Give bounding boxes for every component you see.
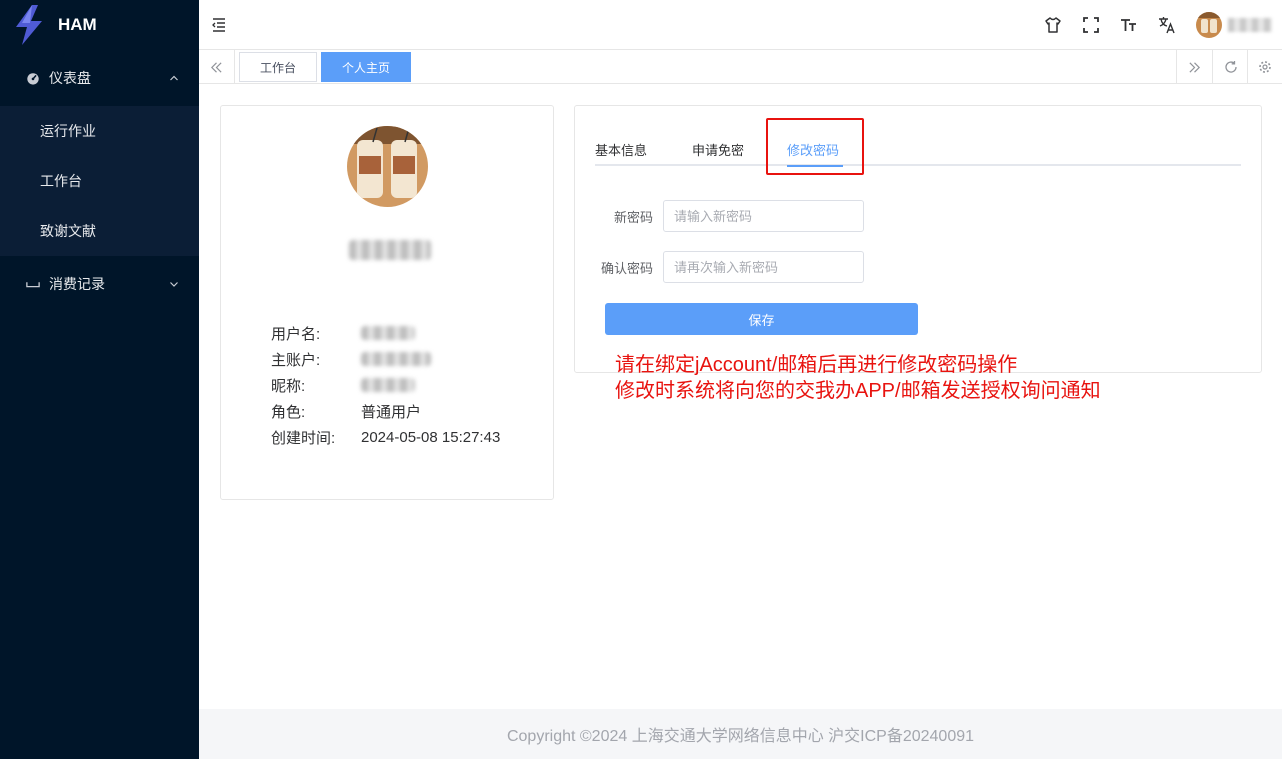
app-name: HAM [58, 15, 97, 34]
settings-card: 基本信息 申请免密 修改密码 新密码 确认密码 保存 [574, 105, 1262, 373]
scroll-right-button[interactable] [1176, 50, 1212, 84]
info-key: 创建时间: [271, 429, 336, 447]
user-avatar[interactable] [1196, 12, 1222, 38]
confirm-password-input[interactable] [663, 251, 864, 283]
new-password-input[interactable] [663, 200, 864, 232]
header [199, 0, 1282, 50]
tab-settings-button[interactable] [1247, 50, 1282, 84]
sidebar: HAM 仪表盘 运行作业 工作台 致谢文献 消费记录 [0, 0, 199, 759]
theme-icon[interactable] [1034, 0, 1072, 50]
username-redacted[interactable] [1228, 18, 1272, 32]
menu-group-label: 消费记录 [49, 276, 105, 292]
main-content: 用户名: 主账户: 昵称: 角色: 普通用户 创建时间: 2024-05-08 … [199, 84, 1282, 709]
info-value-redacted [361, 352, 431, 366]
chevron-up-icon [170, 75, 178, 81]
refresh-icon [1224, 61, 1237, 73]
menu-group-label: 仪表盘 [49, 70, 91, 86]
header-toolbar [1034, 0, 1282, 50]
font-size-icon[interactable] [1110, 0, 1148, 50]
info-row-main-account: 主账户: [271, 346, 500, 372]
sidebar-item-acknowledgements[interactable]: 致谢文献 [0, 206, 199, 256]
annotation-line-1: 请在绑定jAccount/邮箱后再进行修改密码操作 [615, 354, 1018, 376]
sidebar-item-workbench[interactable]: 工作台 [0, 156, 199, 206]
copyright-text: Copyright ©2024 上海交通大学网络信息中心 沪交ICP备20240… [506, 728, 975, 745]
info-key: 昵称: [271, 377, 306, 395]
logo[interactable]: HAM [0, 0, 199, 50]
tab-apply-passwordless[interactable]: 申请免密 [692, 140, 744, 159]
info-key: 主账户: [271, 351, 321, 369]
footer: Copyright ©2024 上海交通大学网络信息中心 沪交ICP备20240… [199, 709, 1282, 759]
settings-tabs: 基本信息 申请免密 修改密码 [595, 128, 1241, 167]
fullscreen-icon[interactable] [1072, 0, 1110, 50]
language-icon[interactable] [1148, 0, 1186, 50]
info-value-redacted [361, 326, 415, 340]
info-value-redacted [361, 378, 415, 392]
info-value: 2024-05-08 15:27:43 [361, 428, 501, 446]
logo-icon [16, 5, 42, 45]
info-row-role: 角色: 普通用户 [271, 398, 500, 424]
annotation-line-2: 修改时系统将向您的交我办APP/邮箱发送授权询问通知 [615, 380, 1101, 402]
info-row-created-at: 创建时间: 2024-05-08 15:27:43 [271, 424, 500, 450]
gear-icon [1259, 61, 1271, 73]
profile-info-table: 用户名: 主账户: 昵称: 角色: 普通用户 创建时间: 2024-05-08 … [271, 320, 500, 450]
chevron-down-icon [170, 282, 178, 287]
info-key: 用户名: [271, 325, 321, 343]
tab-profile[interactable]: 个人主页 [321, 52, 411, 82]
scroll-left-button[interactable] [199, 50, 235, 84]
profile-card: 用户名: 主账户: 昵称: 角色: 普通用户 创建时间: 2024-05-08 … [220, 105, 554, 500]
profile-avatar[interactable] [347, 126, 428, 207]
annotation-text: 请在绑定jAccount/邮箱后再进行修改密码操作 修改时系统将向您的交我办AP… [615, 352, 1101, 404]
dashboard-icon [25, 70, 41, 86]
confirm-password-row: 确认密码 [595, 251, 864, 283]
double-chevron-right-icon [1189, 61, 1200, 73]
double-chevron-left-icon [211, 61, 222, 73]
info-key: 角色: [271, 403, 306, 421]
menu-group-dashboard[interactable]: 仪表盘 [0, 50, 199, 106]
receipt-icon [25, 276, 41, 292]
tab-basic-info[interactable]: 基本信息 [595, 140, 647, 159]
info-row-nickname: 昵称: [271, 372, 500, 398]
info-value: 普通用户 [361, 403, 422, 421]
menu-group-consumption[interactable]: 消费记录 [0, 256, 199, 312]
new-password-label: 新密码 [613, 209, 653, 225]
new-password-row: 新密码 [595, 200, 864, 232]
sidebar-item-running-jobs[interactable]: 运行作业 [0, 106, 199, 156]
annotation-highlight-box [766, 118, 864, 175]
profile-name-redacted [349, 238, 433, 260]
menu-fold-icon[interactable] [211, 17, 227, 33]
info-row-username: 用户名: [271, 320, 500, 346]
confirm-password-label: 确认密码 [600, 260, 653, 276]
save-button[interactable]: 保存 [605, 303, 918, 335]
tab-workbench[interactable]: 工作台 [239, 52, 317, 82]
tags-bar: 工作台 个人主页 [199, 50, 1282, 84]
dashboard-submenu: 运行作业 工作台 致谢文献 [0, 106, 199, 256]
refresh-button[interactable] [1212, 50, 1248, 84]
